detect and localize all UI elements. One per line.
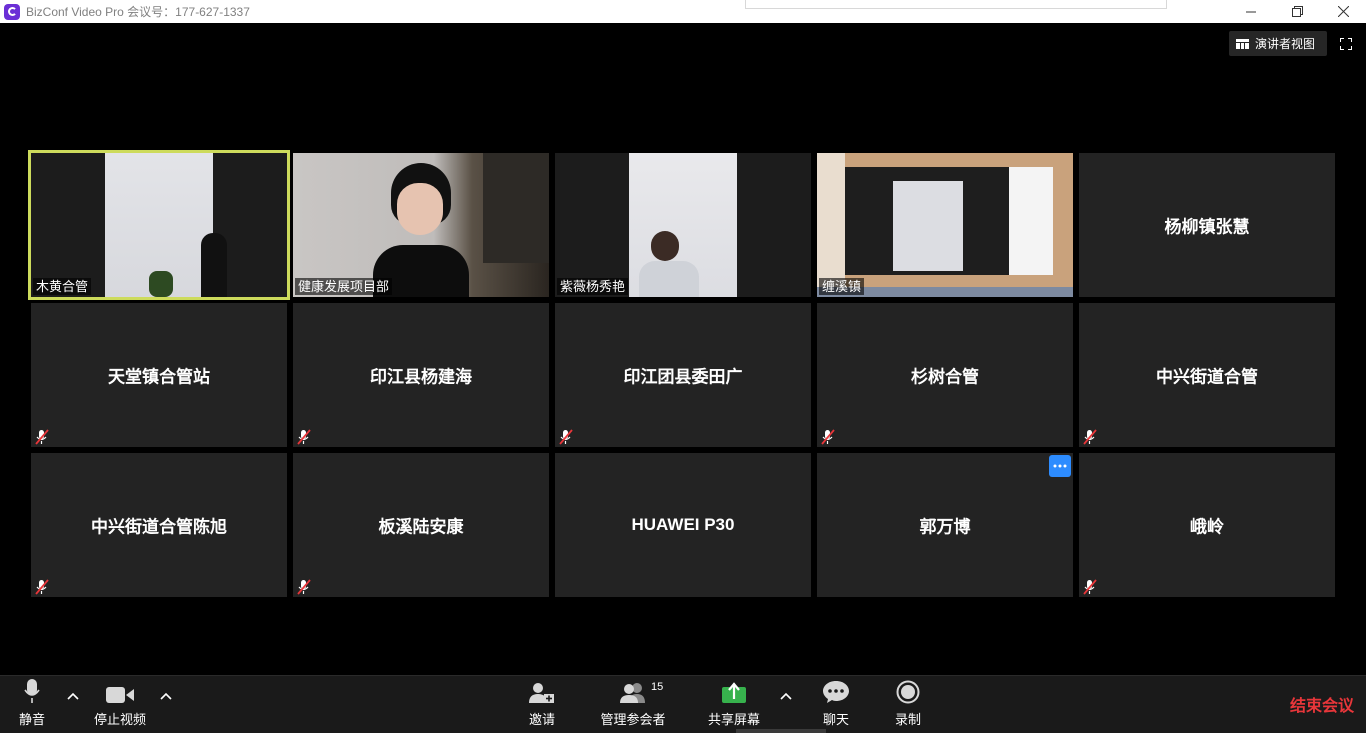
mic-muted-icon — [297, 429, 311, 445]
participant-tile[interactable]: 郭万博 — [817, 453, 1073, 597]
participant-tile[interactable]: 天堂镇合管站 — [31, 303, 287, 447]
participant-tile[interactable]: 板溪陆安康 — [293, 453, 549, 597]
mic-muted-icon — [1083, 579, 1097, 595]
participant-tile[interactable]: 印江县杨建海 — [293, 303, 549, 447]
participant-name: 中兴街道合管 — [1156, 367, 1258, 387]
speaker-view-icon — [1236, 38, 1249, 49]
participant-name: 郭万博 — [919, 517, 971, 537]
participants-icon — [618, 676, 648, 706]
chevron-up-icon[interactable] — [160, 692, 172, 700]
chat-bubble-icon — [822, 676, 850, 706]
microphone-icon — [23, 676, 41, 706]
gallery-grid: 木黄合管 健康发展项目部 紫薇杨秀艳 缠溪镇 杨柳镇张慧 天堂镇合管站 印江县杨… — [28, 150, 1335, 597]
window-title: BizConf Video Pro 会议号：177-627-1337 — [26, 5, 250, 19]
video-camera-icon — [105, 676, 135, 706]
desktop-icons — [817, 153, 845, 287]
participant-name: 杉树合管 — [911, 367, 979, 387]
plant-image — [149, 271, 173, 297]
participant-tile[interactable]: HUAWEI P30 — [555, 453, 811, 597]
more-options-icon[interactable] — [1049, 455, 1071, 477]
participant-name: 紫薇杨秀艳 — [557, 278, 629, 295]
share-screen-icon — [721, 676, 747, 706]
manage-participants-label: 管理参会者 — [600, 712, 666, 727]
stop-video-label: 停止视频 — [93, 712, 146, 727]
speaker-view-button[interactable]: 演讲者视图 — [1229, 31, 1327, 56]
video-tile[interactable]: 健康发展项目部 — [293, 153, 549, 297]
close-button[interactable] — [1320, 0, 1366, 23]
bookshelf-image — [483, 153, 549, 263]
mic-muted-icon — [821, 429, 835, 445]
participant-name: 杨柳镇张慧 — [1164, 217, 1250, 237]
chat-label: 聊天 — [822, 712, 849, 727]
record-label: 录制 — [894, 712, 921, 727]
add-user-icon — [528, 676, 556, 706]
minimize-button[interactable] — [1228, 0, 1274, 23]
participant-name: 板溪陆安康 — [378, 517, 464, 537]
speaker-view-label: 演讲者视图 — [1255, 37, 1316, 51]
mute-button[interactable]: 静音 — [12, 676, 52, 733]
video-tile[interactable]: 缠溪镇 — [817, 153, 1073, 297]
video-tile[interactable]: 紫薇杨秀艳 — [555, 153, 811, 297]
record-icon — [896, 676, 920, 706]
participant-name: 印江团县委田广 — [623, 367, 743, 387]
participant-name: 中兴街道合管陈旭 — [91, 517, 227, 537]
participant-name: 健康发展项目部 — [295, 278, 393, 295]
title-search-box[interactable] — [745, 0, 1167, 9]
mic-muted-icon — [559, 429, 573, 445]
mic-muted-icon — [1083, 429, 1097, 445]
participant-count-badge: 15 — [651, 681, 664, 693]
stop-video-button[interactable]: 停止视频 — [88, 676, 152, 733]
share-screen-label: 共享屏幕 — [707, 712, 760, 727]
mic-muted-icon — [35, 579, 49, 595]
meeting-toolbar: 静音 停止视频 邀请 管理参会者 15 共享屏幕 聊天 录制 结束会议 — [0, 675, 1366, 733]
participant-tile[interactable]: 杨柳镇张慧 — [1079, 153, 1335, 297]
video-tile[interactable]: 木黄合管 — [28, 150, 290, 300]
invite-label: 邀请 — [528, 712, 555, 727]
restore-button[interactable] — [1274, 0, 1320, 23]
end-meeting-button[interactable]: 结束会议 — [1290, 692, 1354, 716]
person-head — [651, 231, 679, 261]
mute-label: 静音 — [18, 712, 45, 727]
mic-muted-icon — [297, 579, 311, 595]
participant-name: 峨岭 — [1190, 517, 1224, 537]
participant-name: 天堂镇合管站 — [108, 367, 210, 387]
chevron-up-icon[interactable] — [67, 692, 79, 700]
participant-tile[interactable]: 峨岭 — [1079, 453, 1335, 597]
fullscreen-icon[interactable] — [1337, 35, 1355, 53]
participant-tile[interactable]: 印江团县委田广 — [555, 303, 811, 447]
participant-name: 木黄合管 — [33, 278, 92, 295]
participant-tile[interactable]: 中兴街道合管 — [1079, 303, 1335, 447]
participant-tile[interactable]: 杉树合管 — [817, 303, 1073, 447]
toolbar-scroll-indicator — [736, 729, 826, 733]
person-face — [397, 183, 443, 235]
participant-tile[interactable]: 中兴街道合管陈旭 — [31, 453, 287, 597]
invite-button[interactable]: 邀请 — [522, 676, 562, 733]
share-screen-button[interactable]: 共享屏幕 — [704, 676, 764, 733]
person-body — [639, 261, 699, 297]
chevron-up-icon[interactable] — [780, 692, 792, 700]
chat-button[interactable]: 聊天 — [816, 676, 856, 733]
participant-name: 缠溪镇 — [819, 278, 865, 295]
mic-muted-icon — [35, 429, 49, 445]
participant-name: HUAWEI P30 — [631, 515, 735, 534]
title-bar: BizConf Video Pro 会议号：177-627-1337 — [0, 0, 1366, 23]
participant-name: 印江县杨建海 — [370, 367, 472, 387]
app-logo-icon — [4, 3, 20, 20]
record-button[interactable]: 录制 — [888, 676, 928, 733]
person-silhouette — [201, 233, 227, 297]
